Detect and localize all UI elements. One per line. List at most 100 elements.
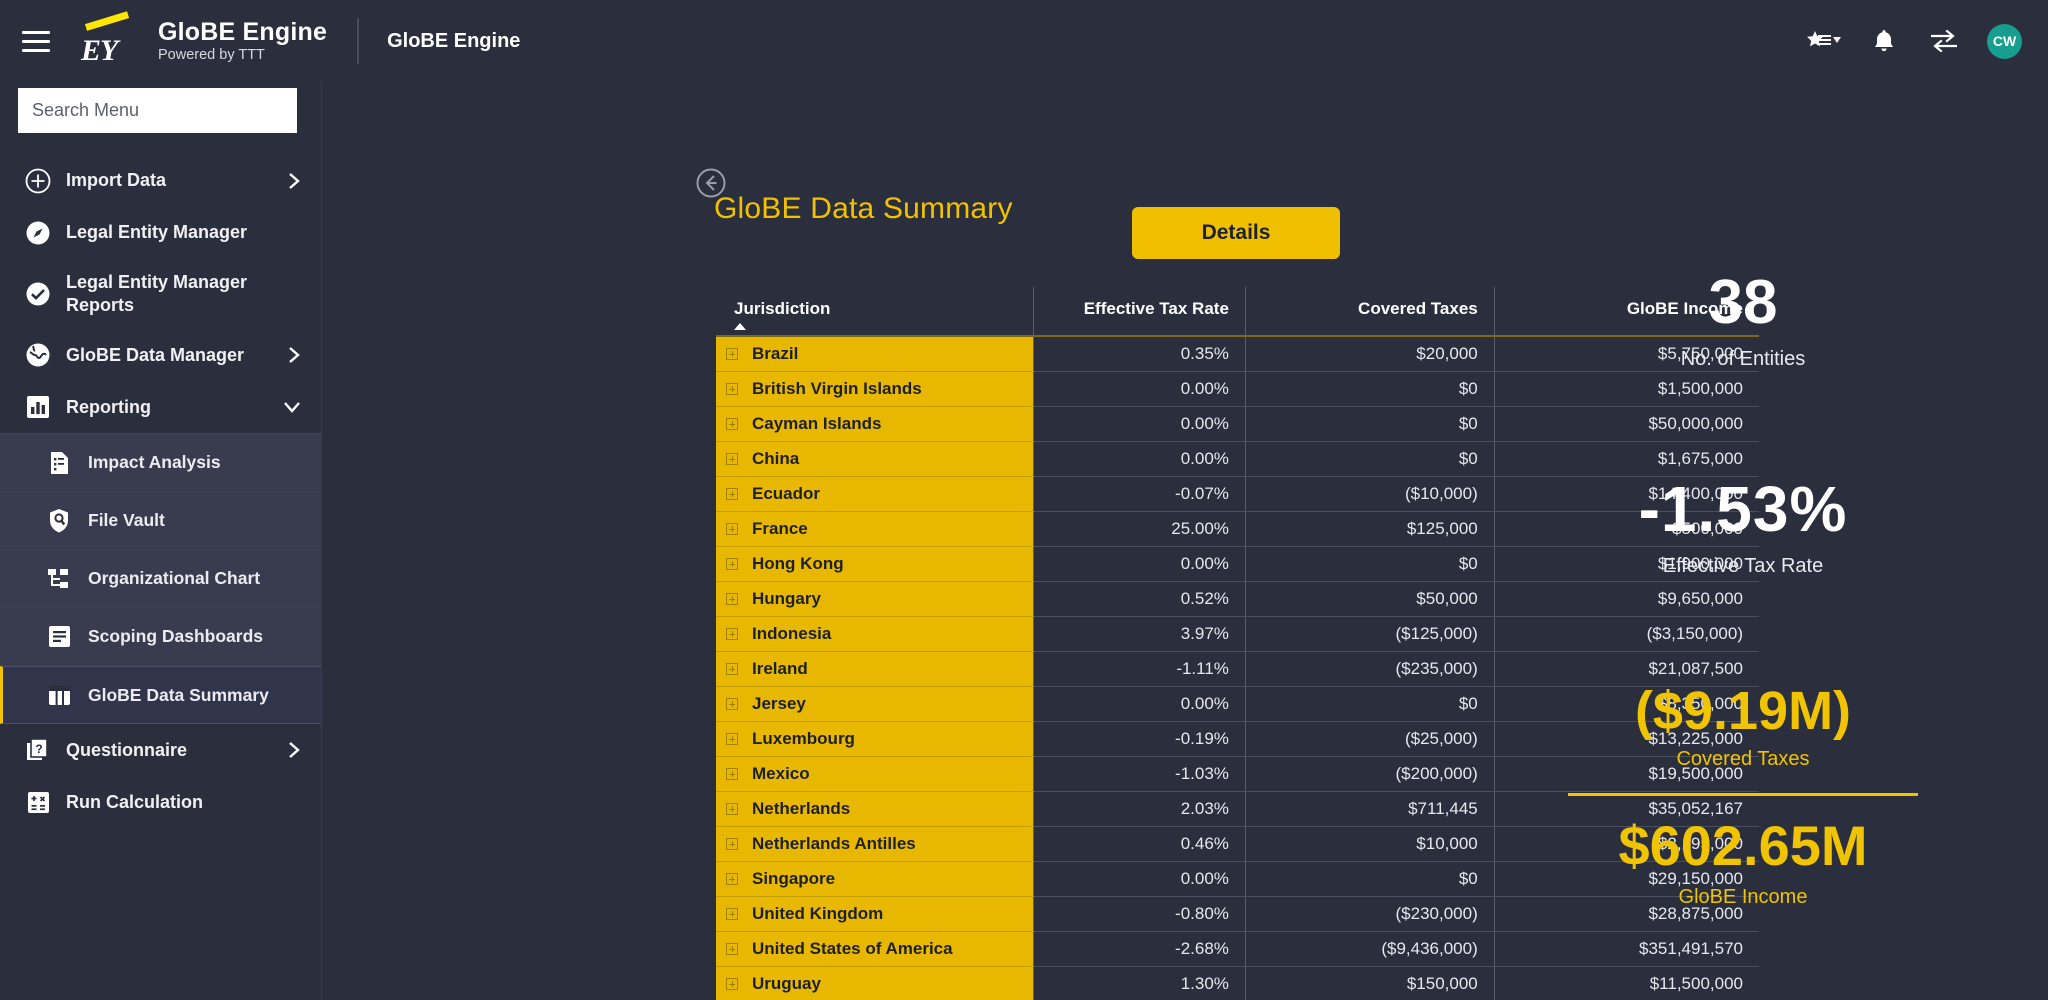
cell-effective-tax-rate: 0.00%: [1034, 442, 1246, 477]
chevron-down-icon: [283, 400, 301, 414]
expand-row-icon[interactable]: [726, 628, 738, 640]
cell-jurisdiction-label: Singapore: [752, 869, 835, 888]
expand-row-icon[interactable]: [726, 908, 738, 920]
kpi-value: 38: [1681, 272, 1806, 334]
expand-row-icon[interactable]: [726, 383, 738, 395]
expand-row-icon[interactable]: [726, 418, 738, 430]
kpi-divider: [1568, 793, 1918, 796]
avatar[interactable]: CW: [1987, 24, 2022, 59]
cell-effective-tax-rate: 0.46%: [1034, 827, 1246, 862]
column-header-label: Jurisdiction: [734, 299, 830, 318]
expand-row-icon[interactable]: [726, 453, 738, 465]
sidebar: Import Data Legal Entity Manager: [0, 82, 322, 1000]
expand-row-icon[interactable]: [726, 523, 738, 535]
sidebar-item-label: GloBE Data Summary: [88, 685, 269, 706]
search-input[interactable]: [18, 88, 297, 133]
cell-effective-tax-rate: 0.00%: [1034, 407, 1246, 442]
expand-row-icon[interactable]: [726, 698, 738, 710]
cell-jurisdiction[interactable]: British Virgin Islands: [716, 372, 1034, 407]
sidebar-item-legal-entity-manager-reports[interactable]: Legal Entity Manager Reports: [0, 259, 321, 329]
search-wrapper: [0, 88, 321, 133]
sidebar-nav: Import Data Legal Entity Manager: [0, 155, 321, 828]
cell-jurisdiction[interactable]: Netherlands: [716, 792, 1034, 827]
sidebar-item-scoping-dashboards[interactable]: Scoping Dashboards: [0, 608, 321, 666]
column-header-effective-tax-rate[interactable]: Effective Tax Rate: [1034, 287, 1246, 336]
details-button[interactable]: Details: [1132, 207, 1340, 259]
sidebar-item-file-vault[interactable]: File Vault: [0, 492, 321, 550]
sidebar-item-import-data[interactable]: Import Data: [0, 155, 321, 207]
kpi-label: No. of Entities: [1681, 348, 1806, 371]
main-content: GloBE Data Summary Details Jurisdiction: [322, 82, 2048, 1000]
compass-icon: [18, 220, 58, 246]
cell-jurisdiction[interactable]: Hungary: [716, 582, 1034, 617]
sidebar-item-reporting[interactable]: Reporting: [0, 381, 321, 433]
cell-jurisdiction[interactable]: China: [716, 442, 1034, 477]
swap-icon[interactable]: [1927, 24, 1961, 58]
cell-jurisdiction[interactable]: Indonesia: [716, 617, 1034, 652]
cell-jurisdiction-label: United Kingdom: [752, 904, 883, 923]
expand-row-icon[interactable]: [726, 488, 738, 500]
cell-jurisdiction-label: Ireland: [752, 659, 808, 678]
expand-row-icon[interactable]: [726, 873, 738, 885]
bell-icon[interactable]: [1867, 24, 1901, 58]
hamburger-menu-icon[interactable]: [10, 15, 62, 67]
cell-effective-tax-rate: 0.35%: [1034, 336, 1246, 372]
question-pages-icon: ?: [18, 738, 58, 762]
cell-effective-tax-rate: -1.03%: [1034, 757, 1246, 792]
top-bar: EY GloBE Engine Powered by TTT GloBE Eng…: [0, 0, 2048, 82]
expand-row-icon[interactable]: [726, 768, 738, 780]
kpi-panel: 38 No. of Entities -1.53% Effective Tax …: [1438, 82, 2048, 1000]
cell-jurisdiction[interactable]: Mexico: [716, 757, 1034, 792]
cell-jurisdiction[interactable]: Uruguay: [716, 967, 1034, 1000]
column-header-jurisdiction[interactable]: Jurisdiction: [716, 287, 1034, 336]
kpi-effective-tax-rate: -1.53% Effective Tax Rate: [1639, 477, 1848, 578]
expand-row-icon[interactable]: [726, 348, 738, 360]
cell-jurisdiction[interactable]: Hong Kong: [716, 547, 1034, 582]
expand-row-icon[interactable]: [726, 663, 738, 675]
cell-jurisdiction[interactable]: Ireland: [716, 652, 1034, 687]
cell-jurisdiction[interactable]: France: [716, 512, 1034, 547]
cell-jurisdiction[interactable]: Singapore: [716, 862, 1034, 897]
sidebar-item-globe-data-manager[interactable]: GloBE Data Manager: [0, 329, 321, 381]
cell-effective-tax-rate: -0.19%: [1034, 722, 1246, 757]
cell-jurisdiction-label: China: [752, 449, 799, 468]
sidebar-item-globe-data-summary[interactable]: GloBE Data Summary: [0, 666, 321, 724]
kpi-label: Covered Taxes: [1635, 748, 1851, 771]
cell-jurisdiction[interactable]: Luxembourg: [716, 722, 1034, 757]
sidebar-item-impact-analysis[interactable]: Impact Analysis: [0, 434, 321, 492]
expand-row-icon[interactable]: [726, 733, 738, 745]
cell-jurisdiction[interactable]: United Kingdom: [716, 897, 1034, 932]
cell-jurisdiction[interactable]: Cayman Islands: [716, 407, 1034, 442]
cell-jurisdiction[interactable]: Ecuador: [716, 477, 1034, 512]
cell-effective-tax-rate: 1.30%: [1034, 967, 1246, 1000]
expand-row-icon[interactable]: [726, 558, 738, 570]
cell-jurisdiction[interactable]: Jersey: [716, 687, 1034, 722]
expand-row-icon[interactable]: [726, 593, 738, 605]
sidebar-item-label: Import Data: [66, 169, 166, 192]
cell-jurisdiction-label: Brazil: [752, 344, 798, 363]
cell-jurisdiction-label: Netherlands: [752, 799, 850, 818]
expand-row-icon[interactable]: [726, 838, 738, 850]
sidebar-item-questionnaire[interactable]: ? Questionnaire: [0, 724, 321, 776]
sidebar-item-label: Organizational Chart: [88, 568, 260, 589]
cell-jurisdiction[interactable]: United States of America: [716, 932, 1034, 967]
topbar-divider: [357, 18, 359, 64]
expand-row-icon[interactable]: [726, 803, 738, 815]
ey-logo: EY: [76, 15, 136, 67]
kpi-label: GloBE Income: [1618, 886, 1867, 909]
cell-effective-tax-rate: 0.00%: [1034, 372, 1246, 407]
body-region: Import Data Legal Entity Manager: [0, 82, 2048, 1000]
cell-jurisdiction-label: Jersey: [752, 694, 806, 713]
cell-jurisdiction-label: Indonesia: [752, 624, 831, 643]
cell-effective-tax-rate: 0.00%: [1034, 547, 1246, 582]
cell-jurisdiction[interactable]: Netherlands Antilles: [716, 827, 1034, 862]
sidebar-item-run-calculation[interactable]: Run Calculation: [0, 776, 321, 828]
sidebar-item-legal-entity-manager[interactable]: Legal Entity Manager: [0, 207, 321, 259]
expand-row-icon[interactable]: [726, 943, 738, 955]
bookmark-list-icon[interactable]: [1807, 24, 1841, 58]
expand-row-icon[interactable]: [726, 978, 738, 990]
shield-search-icon: [40, 508, 78, 533]
cell-jurisdiction[interactable]: Brazil: [716, 336, 1034, 372]
sidebar-item-organizational-chart[interactable]: Organizational Chart: [0, 550, 321, 608]
cell-effective-tax-rate: -0.80%: [1034, 897, 1246, 932]
